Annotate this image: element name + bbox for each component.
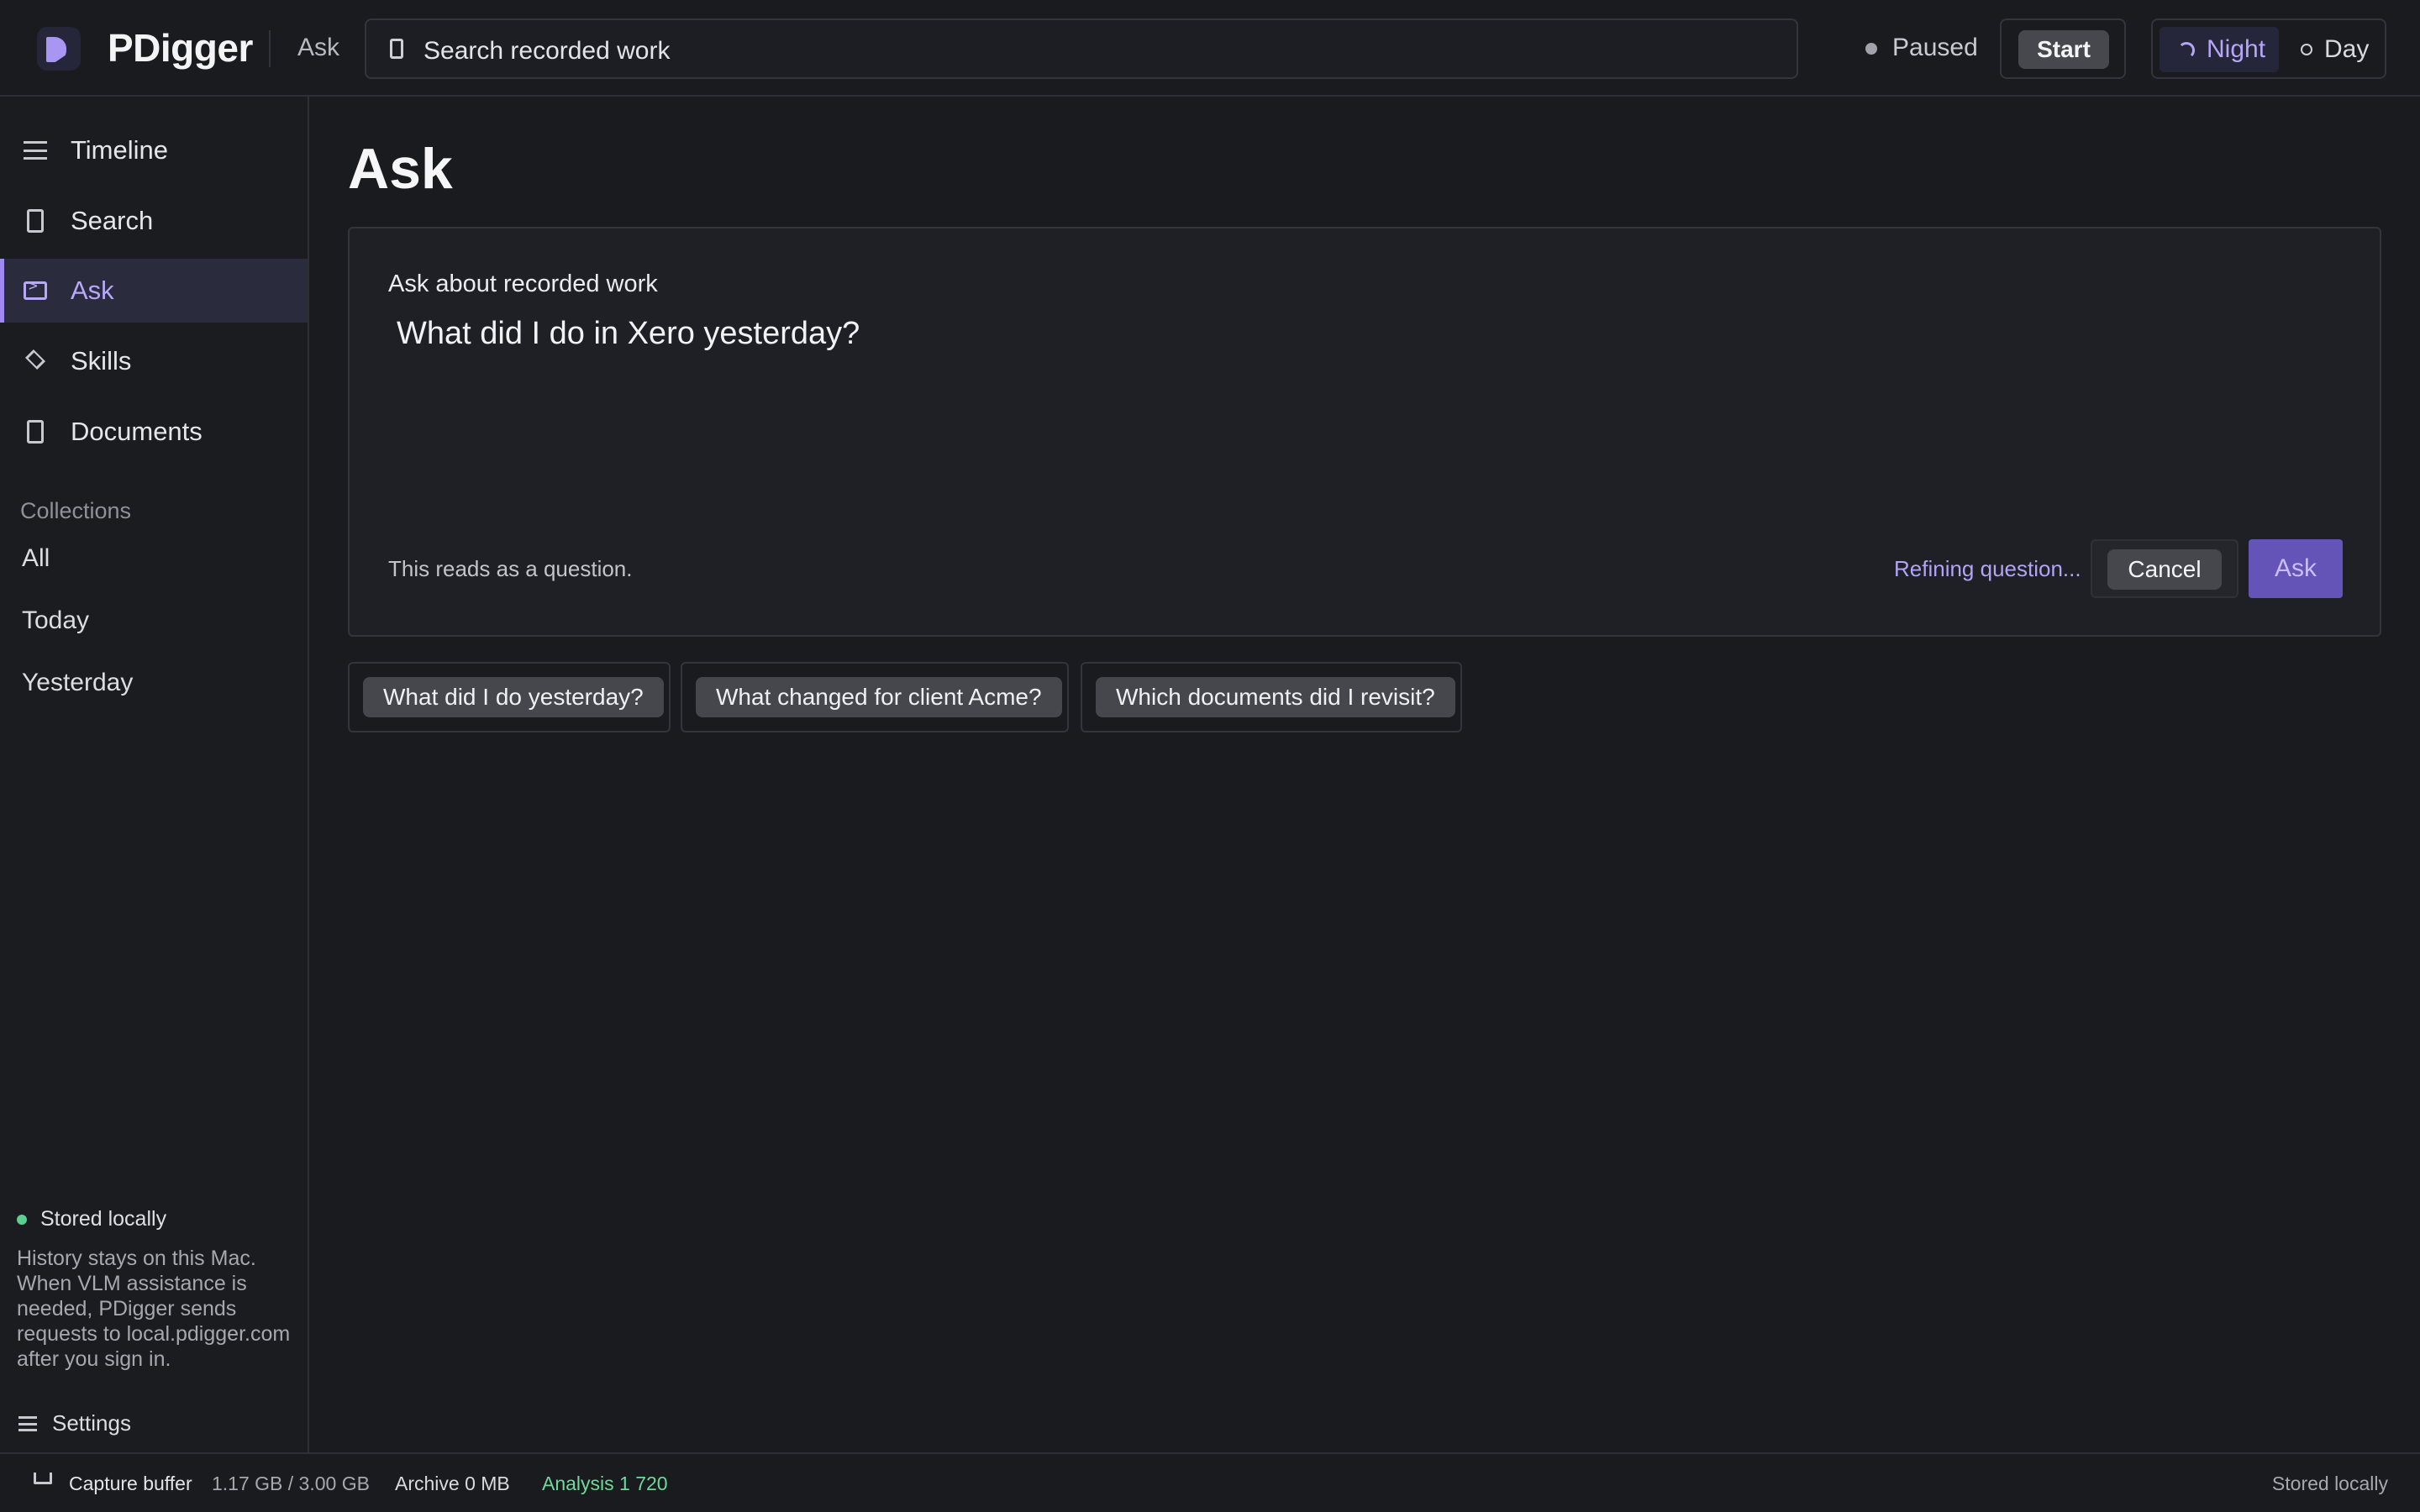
diamond-icon [24, 349, 46, 370]
sidebar: Timeline Search Ask Skills Documents Col… [0, 97, 309, 1452]
search-placeholder: Search recorded work [424, 37, 671, 65]
ask-button[interactable]: Ask [2249, 539, 2343, 598]
sidebar-item-label: Timeline [71, 135, 168, 165]
search-input[interactable]: Search recorded work [365, 18, 1798, 79]
cancel-button-group: Cancel [2091, 539, 2238, 598]
sun-icon[interactable] [2301, 44, 2312, 55]
suggestion-button[interactable]: Which documents did I revisit? [1096, 677, 1455, 717]
storage-status-dot [17, 1215, 27, 1225]
status-bar: Capture buffer 1.17 GB / 3.00 GB Archive… [0, 1452, 2420, 1512]
collection-item-yesterday[interactable]: Yesterday [22, 669, 133, 697]
top-bar: PDigger Ask Search recorded work Paused … [0, 0, 2420, 97]
sidebar-item-search[interactable]: Search [0, 189, 308, 253]
page-title: Ask [348, 137, 453, 201]
theme-toggle: Night Day [2151, 18, 2386, 79]
night-theme-label: Night [2207, 35, 2266, 63]
settings-link[interactable]: Settings [52, 1410, 131, 1436]
suggestion-button[interactable]: What did I do yesterday? [363, 677, 664, 717]
header-divider [269, 30, 271, 67]
capture-buffer-value: 1.17 GB / 3.00 GB [212, 1473, 370, 1494]
sidebar-item-label: Search [71, 206, 154, 235]
storage-status-title: Stored locally [40, 1207, 167, 1231]
moon-icon [2178, 42, 2195, 59]
storage-status: Stored locally [2271, 1473, 2388, 1494]
app-name: PDigger [108, 26, 253, 70]
sidebar-item-skills[interactable]: Skills [0, 329, 308, 393]
sidebar-item-timeline[interactable]: Timeline [0, 118, 308, 182]
start-button-group: Start [2000, 18, 2126, 79]
tray-icon [34, 1473, 52, 1484]
settings-icon[interactable] [18, 1416, 37, 1431]
search-icon [390, 39, 403, 59]
sidebar-item-label: Skills [71, 346, 132, 375]
collections-heading: Collections [20, 498, 132, 523]
recording-status-dot [1865, 43, 1877, 55]
day-theme-button[interactable]: Day [2324, 35, 2369, 64]
suggestion-button[interactable]: What changed for client Acme? [696, 677, 1062, 717]
breadcrumb: Ask [297, 34, 340, 61]
question-input[interactable]: What did I do in Xero yesterday? [388, 309, 2338, 477]
night-theme-button[interactable]: Night [2160, 27, 2279, 72]
capture-buffer-label: Capture buffer [69, 1473, 192, 1494]
recording-status-label: Paused [1892, 34, 1978, 61]
cancel-button[interactable]: Cancel [2107, 549, 2222, 590]
archive-size: Archive 0 MB [395, 1473, 510, 1494]
sidebar-item-label: Ask [71, 276, 114, 305]
ask-card-label: Ask about recorded work [388, 270, 658, 297]
refining-status: Refining question... [1894, 556, 2081, 581]
ask-card: Ask about recorded work What did I do in… [348, 227, 2381, 637]
collection-item-all[interactable]: All [22, 544, 50, 573]
sidebar-item-ask[interactable]: Ask [0, 259, 308, 323]
suggestion-chip: Which documents did I revisit? [1081, 662, 1462, 732]
storage-description: History stays on this Mac. When VLM assi… [17, 1247, 291, 1371]
document-icon [27, 209, 44, 233]
terminal-icon [24, 277, 47, 300]
analysis-count: Analysis 1 720 [542, 1473, 668, 1494]
suggestion-chip: What did I do yesterday? [348, 662, 671, 732]
collection-item-today[interactable]: Today [22, 606, 89, 635]
question-hint: This reads as a question. [388, 556, 633, 581]
sidebar-item-label: Documents [71, 417, 203, 446]
sidebar-item-documents[interactable]: Documents [0, 400, 308, 464]
start-button[interactable]: Start [2018, 30, 2109, 69]
suggestion-chip: What changed for client Acme? [681, 662, 1069, 732]
document-icon [27, 420, 44, 444]
pdigger-logo-icon[interactable] [37, 27, 81, 71]
list-icon [24, 141, 47, 160]
